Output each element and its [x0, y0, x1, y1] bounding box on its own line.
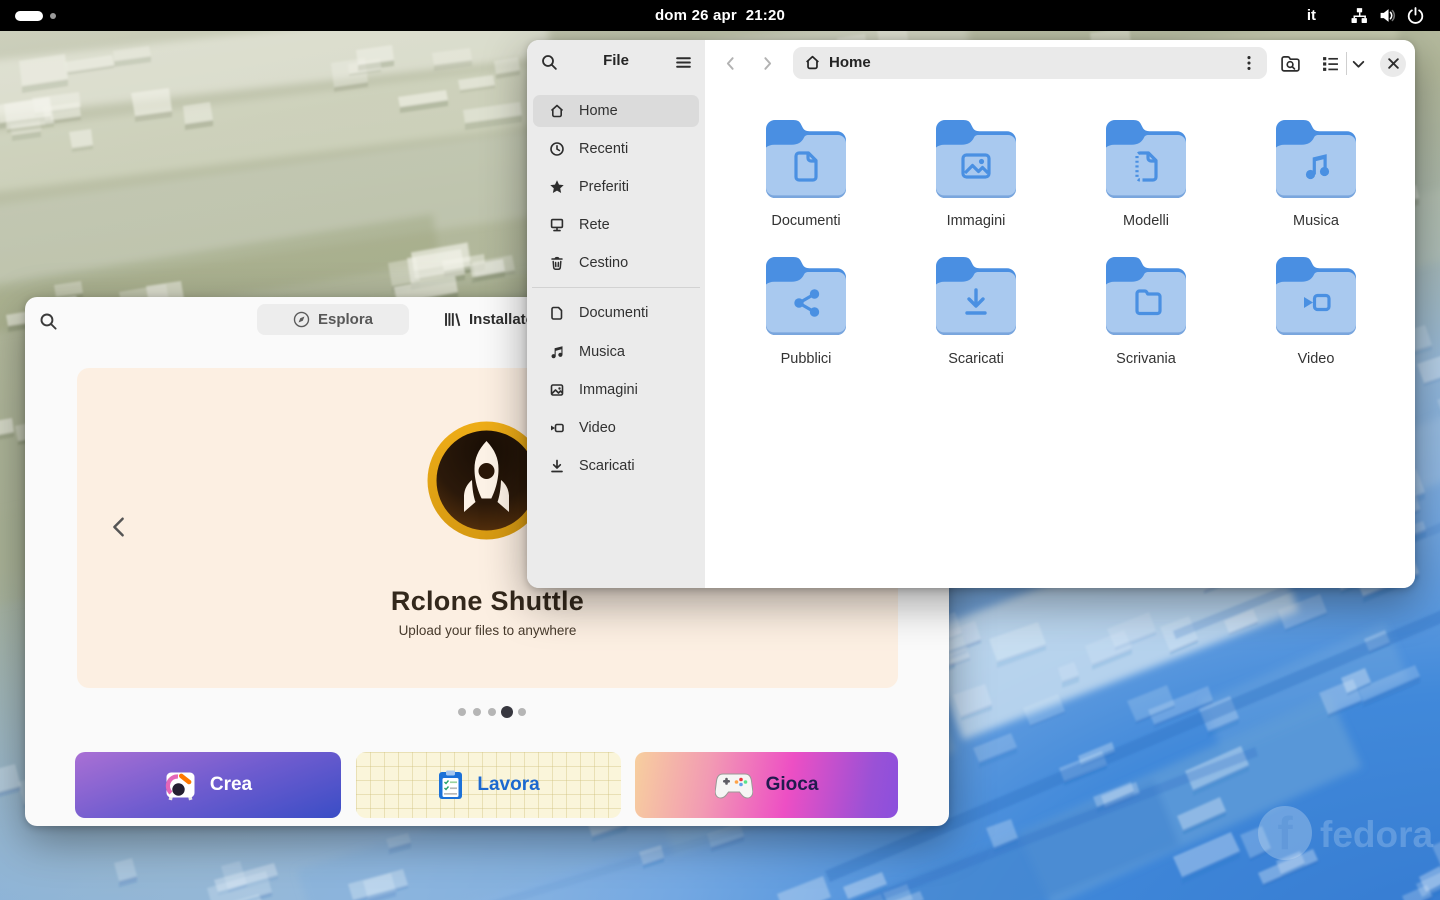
svg-text:f: f: [1277, 807, 1293, 859]
svg-text:fedora: fedora: [1320, 814, 1434, 855]
